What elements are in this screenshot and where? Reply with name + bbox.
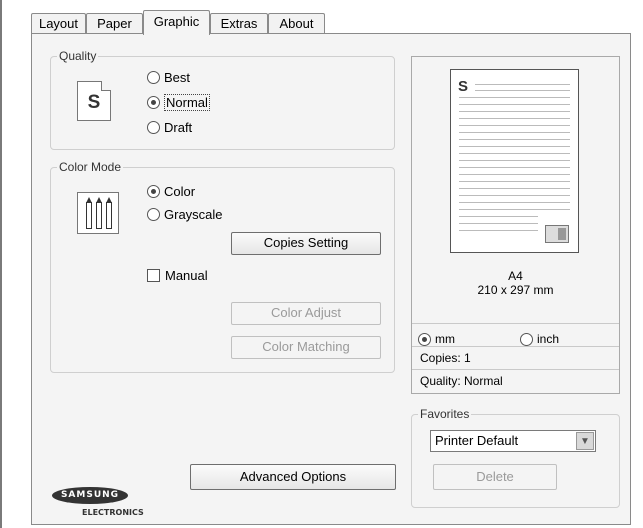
tab-about[interactable]: About: [268, 13, 325, 34]
paper-line: [459, 153, 570, 154]
paper-line: [459, 125, 570, 126]
radio-indicator: [520, 332, 533, 346]
quality-normal-label: Normal: [164, 94, 210, 111]
copies-setting-button[interactable]: Copies Setting: [231, 232, 381, 255]
paper-line: [459, 104, 570, 105]
favorites-select[interactable]: Printer Default ▼: [430, 430, 596, 452]
quality-icon-letter: S: [87, 92, 101, 113]
manual-label: Manual: [165, 268, 208, 283]
checkbox-box: [147, 269, 160, 282]
quality-draft-radio[interactable]: Draft: [147, 120, 192, 135]
paper-name: A4: [508, 269, 523, 283]
advanced-options-button[interactable]: Advanced Options: [190, 464, 396, 490]
paper-line: [459, 181, 570, 182]
favorites-group-label: Favorites: [418, 407, 472, 421]
pencil-shape: [96, 197, 102, 229]
paper-preview-letter: S: [458, 78, 469, 95]
tab-extras[interactable]: Extras: [210, 13, 268, 34]
quality-group-label: Quality: [57, 49, 99, 63]
samsung-logo: SAMSUNG ELECTRONICS: [52, 484, 144, 524]
paper-line: [459, 188, 570, 189]
paper-line: [459, 97, 570, 98]
favorites-selected-value: Printer Default: [435, 433, 519, 448]
paper-size-info: A4 210 x 297 mm: [412, 269, 619, 297]
color-mode-grayscale-radio[interactable]: Grayscale: [147, 207, 223, 222]
paper-line: [459, 216, 538, 217]
tab-layout[interactable]: Layout: [31, 13, 86, 34]
paper-line: [459, 160, 570, 161]
radio-indicator: [147, 185, 160, 198]
color-adjust-button[interactable]: Color Adjust: [231, 302, 381, 325]
paper-preview: S: [450, 69, 579, 253]
paper-line: [459, 209, 570, 210]
paper-line: [459, 195, 570, 196]
paper-line: [459, 111, 570, 112]
quality-best-label: Best: [164, 70, 191, 85]
window-edge: [0, 0, 2, 528]
quality-normal-radio[interactable]: Normal: [147, 94, 210, 111]
paper-line: [475, 84, 570, 85]
pencil-shape: [106, 197, 112, 229]
color-mode-group-label: Color Mode: [57, 160, 124, 174]
paper-line: [459, 174, 570, 175]
tab-paper[interactable]: Paper: [86, 13, 143, 34]
paper-line: [459, 132, 570, 133]
radio-indicator: [147, 208, 160, 221]
preview-pane: S A4 210 x 297 mm mm inch Copies: 1 Qual…: [411, 56, 620, 394]
paper-line: [459, 230, 538, 231]
quality-info: Quality: Normal: [412, 369, 619, 392]
logo-brand: SAMSUNG: [52, 487, 128, 504]
color-mode-color-radio[interactable]: Color: [147, 184, 195, 199]
quality-best-radio[interactable]: Best: [147, 70, 190, 85]
paper-line: [459, 202, 570, 203]
layout-thumbnail-icon: [545, 225, 569, 243]
favorites-group: Favorites: [411, 407, 620, 508]
chevron-down-icon[interactable]: ▼: [576, 432, 594, 450]
paper-line: [459, 223, 538, 224]
manual-checkbox[interactable]: Manual: [147, 268, 208, 283]
paper-line: [459, 118, 570, 119]
quality-draft-label: Draft: [164, 120, 193, 135]
paper-line: [475, 90, 570, 91]
radio-indicator: [418, 332, 431, 346]
pencil-shape: [86, 197, 92, 229]
logo-sub: ELECTRONICS: [82, 508, 144, 517]
pencils-icon: [77, 192, 119, 234]
copies-info: Copies: 1: [412, 346, 619, 369]
tab-strip: Layout Paper Graphic Extras About: [31, 10, 631, 35]
quality-document-icon: S: [77, 81, 111, 121]
radio-indicator: [147, 96, 160, 109]
radio-indicator: [147, 121, 160, 134]
paper-line: [459, 139, 570, 140]
color-matching-button[interactable]: Color Matching: [231, 336, 381, 359]
color-mode-color-label: Color: [164, 184, 196, 199]
units-row: mm inch: [412, 323, 619, 346]
color-mode-grayscale-label: Grayscale: [164, 207, 223, 222]
delete-button[interactable]: Delete: [433, 464, 557, 490]
paper-line: [459, 167, 570, 168]
paper-line: [459, 146, 570, 147]
radio-indicator: [147, 71, 160, 84]
paper-dimensions: 210 x 297 mm: [477, 283, 554, 297]
tab-graphic[interactable]: Graphic: [143, 10, 210, 35]
